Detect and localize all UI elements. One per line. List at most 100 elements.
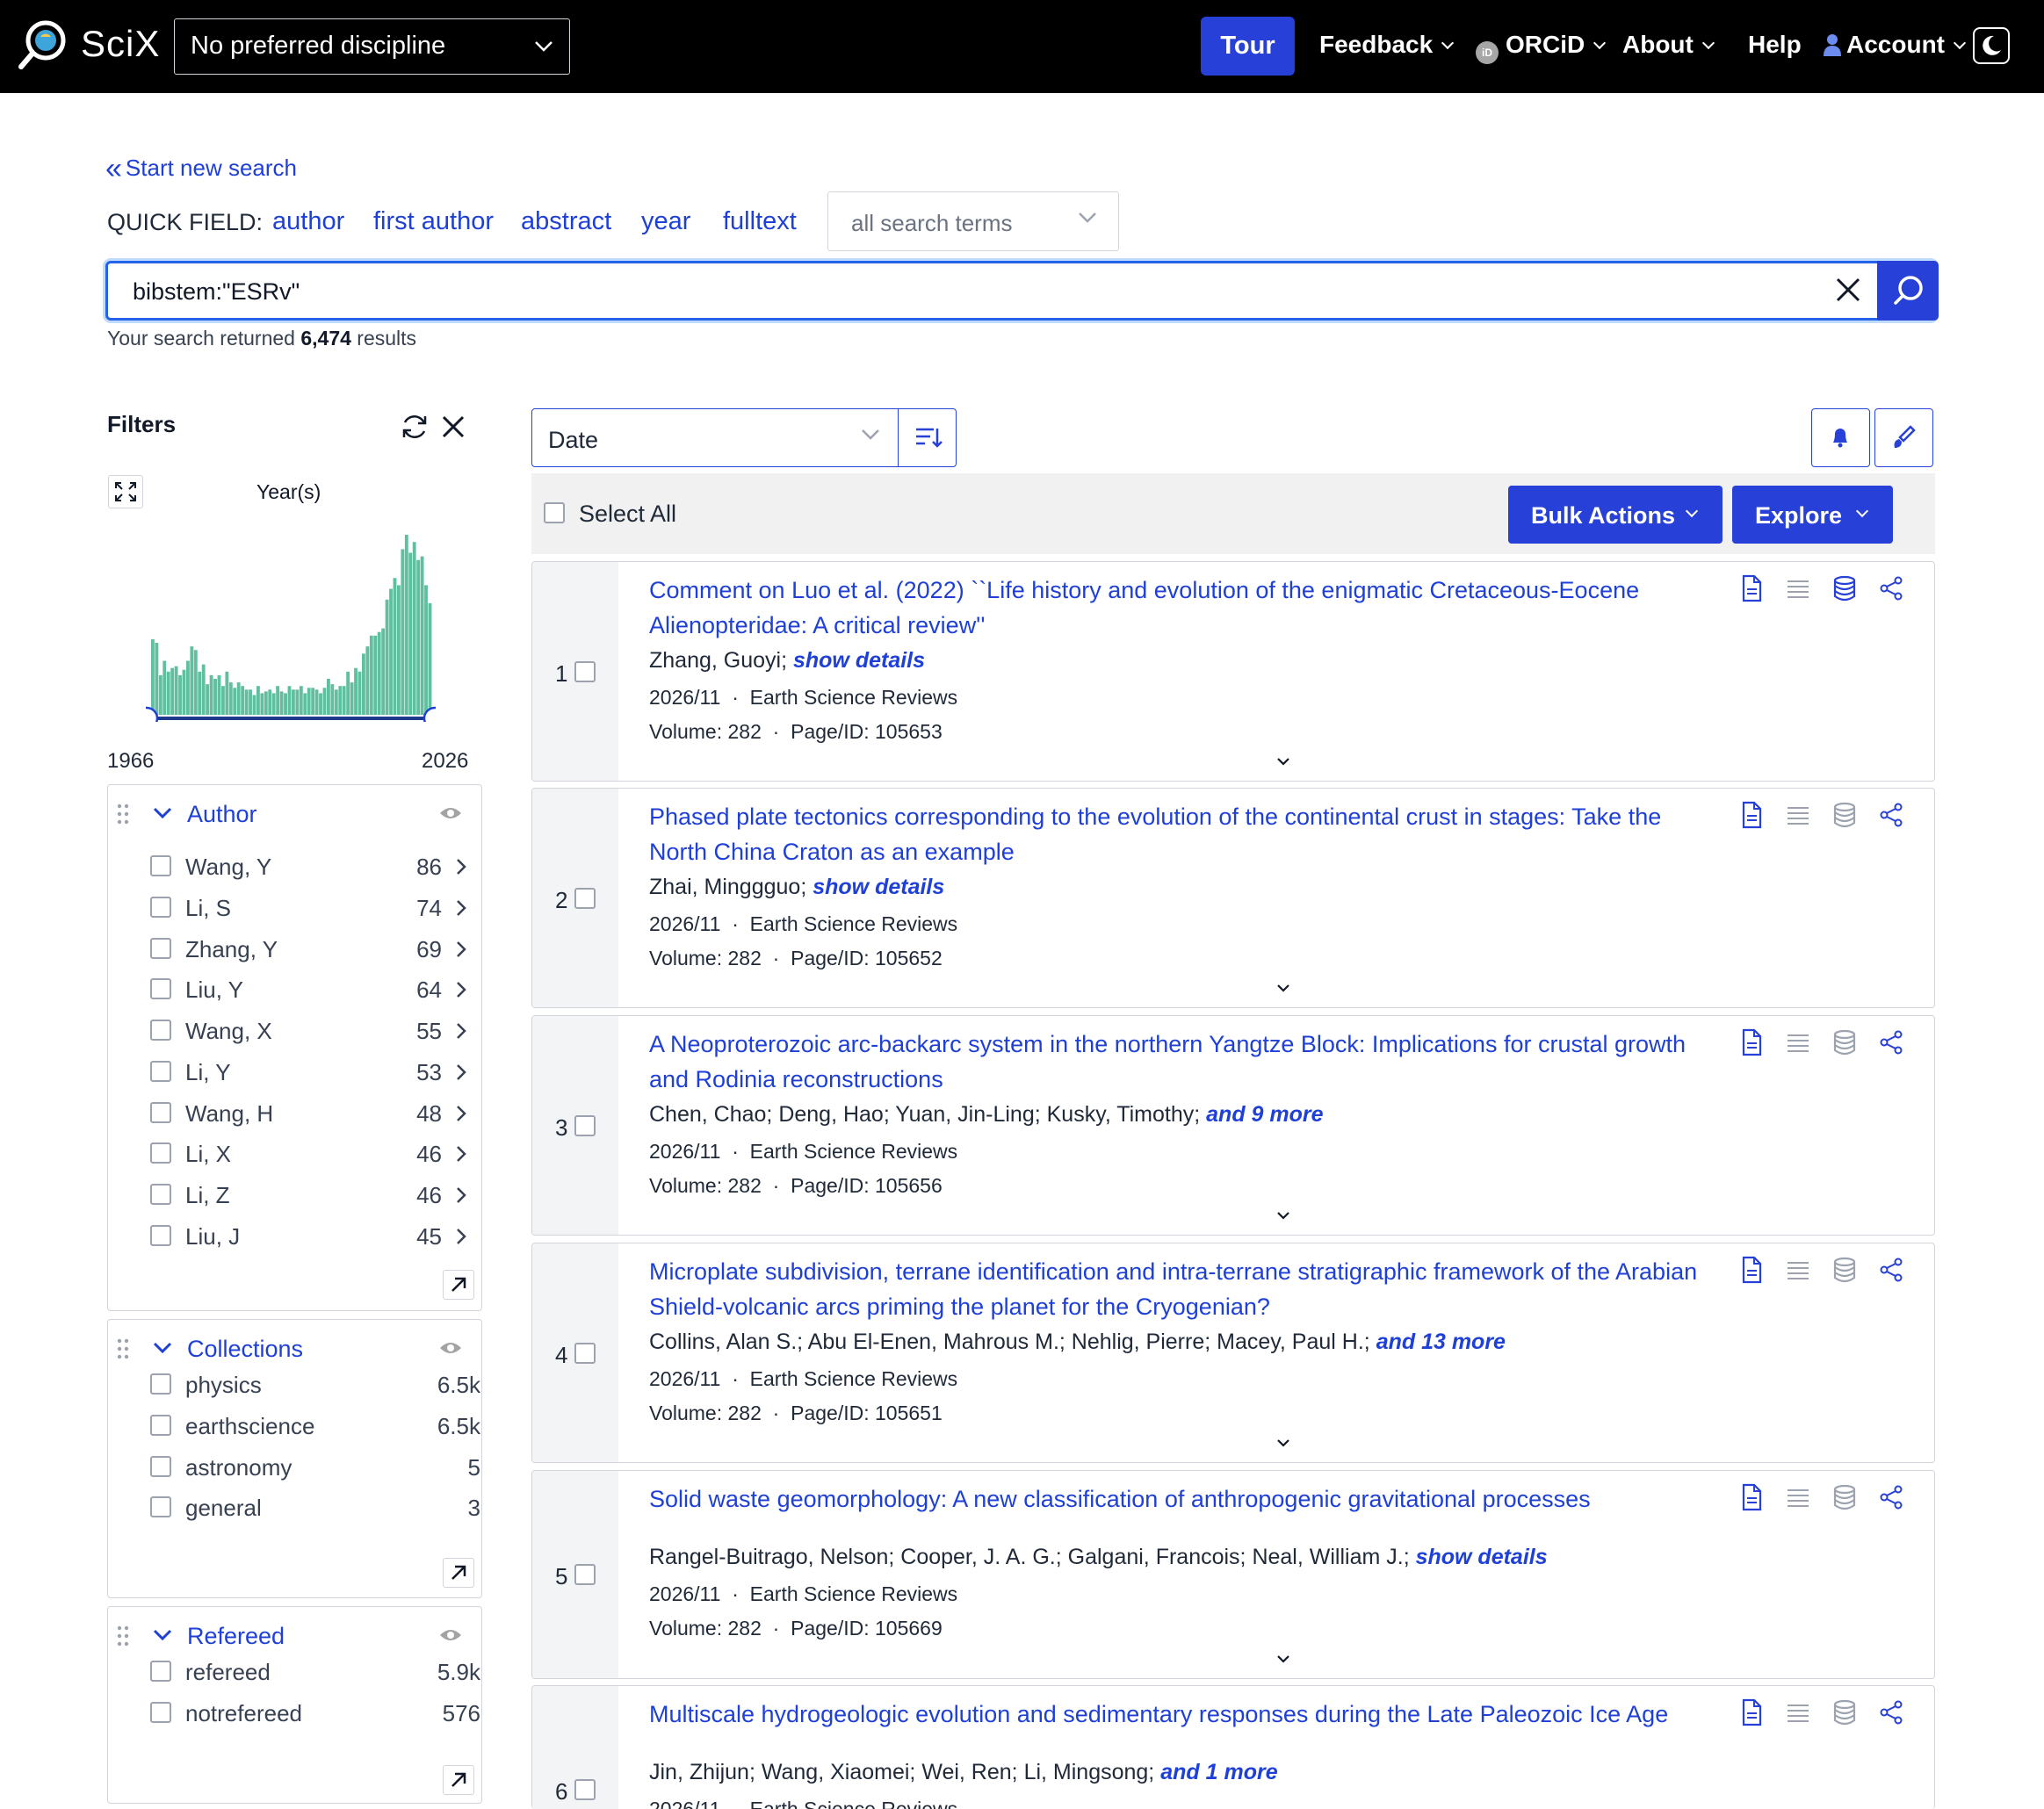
result-checkbox[interactable] [574, 1343, 596, 1364]
histogram-bar[interactable] [166, 671, 170, 715]
facet-title[interactable]: Author [187, 801, 257, 828]
document-icon[interactable] [1738, 1028, 1765, 1056]
facet-checkbox[interactable] [150, 1061, 171, 1082]
document-icon[interactable] [1738, 1698, 1765, 1726]
histogram-bar[interactable] [362, 653, 365, 715]
search-button[interactable] [1877, 261, 1939, 321]
abstract-lines-icon[interactable] [1785, 1256, 1811, 1284]
bulk-actions-button[interactable]: Bulk Actions [1508, 486, 1723, 544]
chevron-down-icon[interactable] [152, 803, 173, 824]
histogram-bar[interactable] [412, 542, 416, 715]
histogram-bar[interactable] [322, 688, 327, 715]
document-icon[interactable] [1738, 801, 1765, 829]
histogram-bar[interactable] [178, 674, 182, 715]
result-checkbox[interactable] [574, 888, 596, 909]
result-title-link[interactable]: A Neoproterozoic arc-backarc system in t… [649, 1027, 1721, 1097]
facet-item[interactable]: Zhang, Y 69 [150, 932, 466, 967]
expand-histogram-button[interactable] [108, 475, 143, 508]
quick-field-fulltext[interactable]: fulltext [723, 207, 797, 236]
show-details-link[interactable]: show details [793, 648, 925, 673]
histogram-bar[interactable] [299, 686, 303, 715]
histogram-bar[interactable] [217, 674, 221, 715]
database-icon[interactable] [1831, 1698, 1858, 1726]
histogram-bar[interactable] [174, 666, 178, 715]
histogram-bar[interactable] [420, 556, 424, 715]
histogram-bar[interactable] [369, 635, 373, 715]
abstract-lines-icon[interactable] [1785, 1698, 1811, 1726]
show-details-link[interactable]: show details [1416, 1545, 1548, 1569]
quick-field-year[interactable]: year [641, 207, 690, 236]
histogram-bar[interactable] [389, 588, 393, 716]
result-checkbox[interactable] [574, 1564, 596, 1585]
histogram-bar[interactable] [330, 684, 335, 715]
quick-field-author[interactable]: author [272, 207, 344, 236]
facet-checkbox[interactable] [150, 1415, 171, 1436]
drag-handle-icon[interactable] [116, 1337, 130, 1360]
histogram-bar[interactable] [327, 679, 330, 715]
database-icon[interactable] [1831, 1028, 1858, 1056]
document-icon[interactable] [1738, 1256, 1765, 1284]
histogram-bar[interactable] [373, 635, 378, 715]
histogram-bar[interactable] [260, 693, 264, 715]
facet-checkbox[interactable] [150, 1184, 171, 1205]
histogram-bar[interactable] [342, 686, 346, 715]
chevron-down-icon[interactable] [152, 1337, 173, 1359]
year-histogram[interactable] [146, 527, 436, 722]
logo-text[interactable]: SciX [81, 23, 160, 65]
histogram-bar[interactable] [287, 686, 292, 715]
database-icon[interactable] [1831, 574, 1858, 602]
facet-checkbox[interactable] [150, 978, 171, 999]
histogram-bar[interactable] [416, 559, 421, 715]
result-title-link[interactable]: Microplate subdivision, terrane identifi… [649, 1254, 1721, 1324]
histogram-bar[interactable] [198, 671, 202, 715]
help-link[interactable]: Help [1748, 31, 1802, 59]
eye-icon[interactable] [439, 1627, 462, 1643]
facet-checkbox[interactable] [150, 897, 171, 918]
document-icon[interactable] [1738, 574, 1765, 602]
orcid-menu[interactable]: iD ORCiD [1476, 31, 1607, 64]
facet-item[interactable]: Li, Z 46 [150, 1178, 466, 1213]
facet-checkbox[interactable] [150, 1225, 171, 1246]
histogram-bar[interactable] [182, 669, 186, 715]
discipline-select[interactable]: No preferred discipline [174, 18, 570, 75]
histogram-bar[interactable] [350, 682, 354, 715]
histogram-bar[interactable] [428, 602, 432, 715]
histogram-bar[interactable] [158, 674, 163, 715]
facet-expand-button[interactable] [443, 1558, 474, 1588]
histogram-bar[interactable] [377, 631, 381, 715]
facet-checkbox[interactable] [150, 1142, 171, 1164]
dark-mode-toggle[interactable] [1973, 27, 2010, 64]
chevron-right-icon[interactable] [456, 1145, 466, 1163]
facet-item[interactable]: Wang, X 55 [150, 1013, 466, 1049]
facet-checkbox[interactable] [150, 1702, 171, 1723]
histogram-bar[interactable] [358, 671, 362, 715]
facet-item[interactable]: Liu, J 45 [150, 1219, 466, 1254]
search-terms-select[interactable]: all search terms [827, 191, 1119, 251]
histogram-bar[interactable] [381, 628, 386, 715]
chevron-down-icon[interactable] [1275, 1210, 1291, 1221]
histogram-bar[interactable] [163, 660, 167, 716]
histogram-bar[interactable] [268, 689, 272, 715]
facet-item[interactable]: physics 6.5k [150, 1367, 480, 1402]
result-title-link[interactable]: Multiscale hydrogeologic evolution and s… [649, 1697, 1721, 1732]
histogram-bar[interactable] [338, 686, 343, 715]
abstract-lines-icon[interactable] [1785, 801, 1811, 829]
histogram-bar[interactable] [155, 643, 159, 715]
histogram-bar[interactable] [249, 689, 252, 715]
facet-item[interactable]: Li, Y 53 [150, 1055, 466, 1090]
explore-button[interactable]: Explore [1732, 486, 1893, 544]
account-menu[interactable]: Account [1824, 31, 1967, 59]
histogram-bar[interactable] [271, 693, 276, 715]
histogram-bar[interactable] [385, 599, 389, 715]
facet-item[interactable]: astronomy 5 [150, 1450, 480, 1485]
database-icon[interactable] [1831, 1483, 1858, 1511]
eye-icon[interactable] [439, 805, 462, 821]
sort-direction-button[interactable] [898, 408, 957, 467]
clear-search-icon[interactable] [1834, 276, 1862, 304]
share-icon[interactable] [1878, 1483, 1904, 1511]
select-all-label[interactable]: Select All [579, 501, 676, 528]
facet-checkbox[interactable] [150, 1373, 171, 1395]
facet-item[interactable]: notrefereed 576 [150, 1696, 480, 1731]
histogram-bar[interactable] [225, 671, 229, 715]
histogram-bar[interactable] [276, 686, 280, 715]
